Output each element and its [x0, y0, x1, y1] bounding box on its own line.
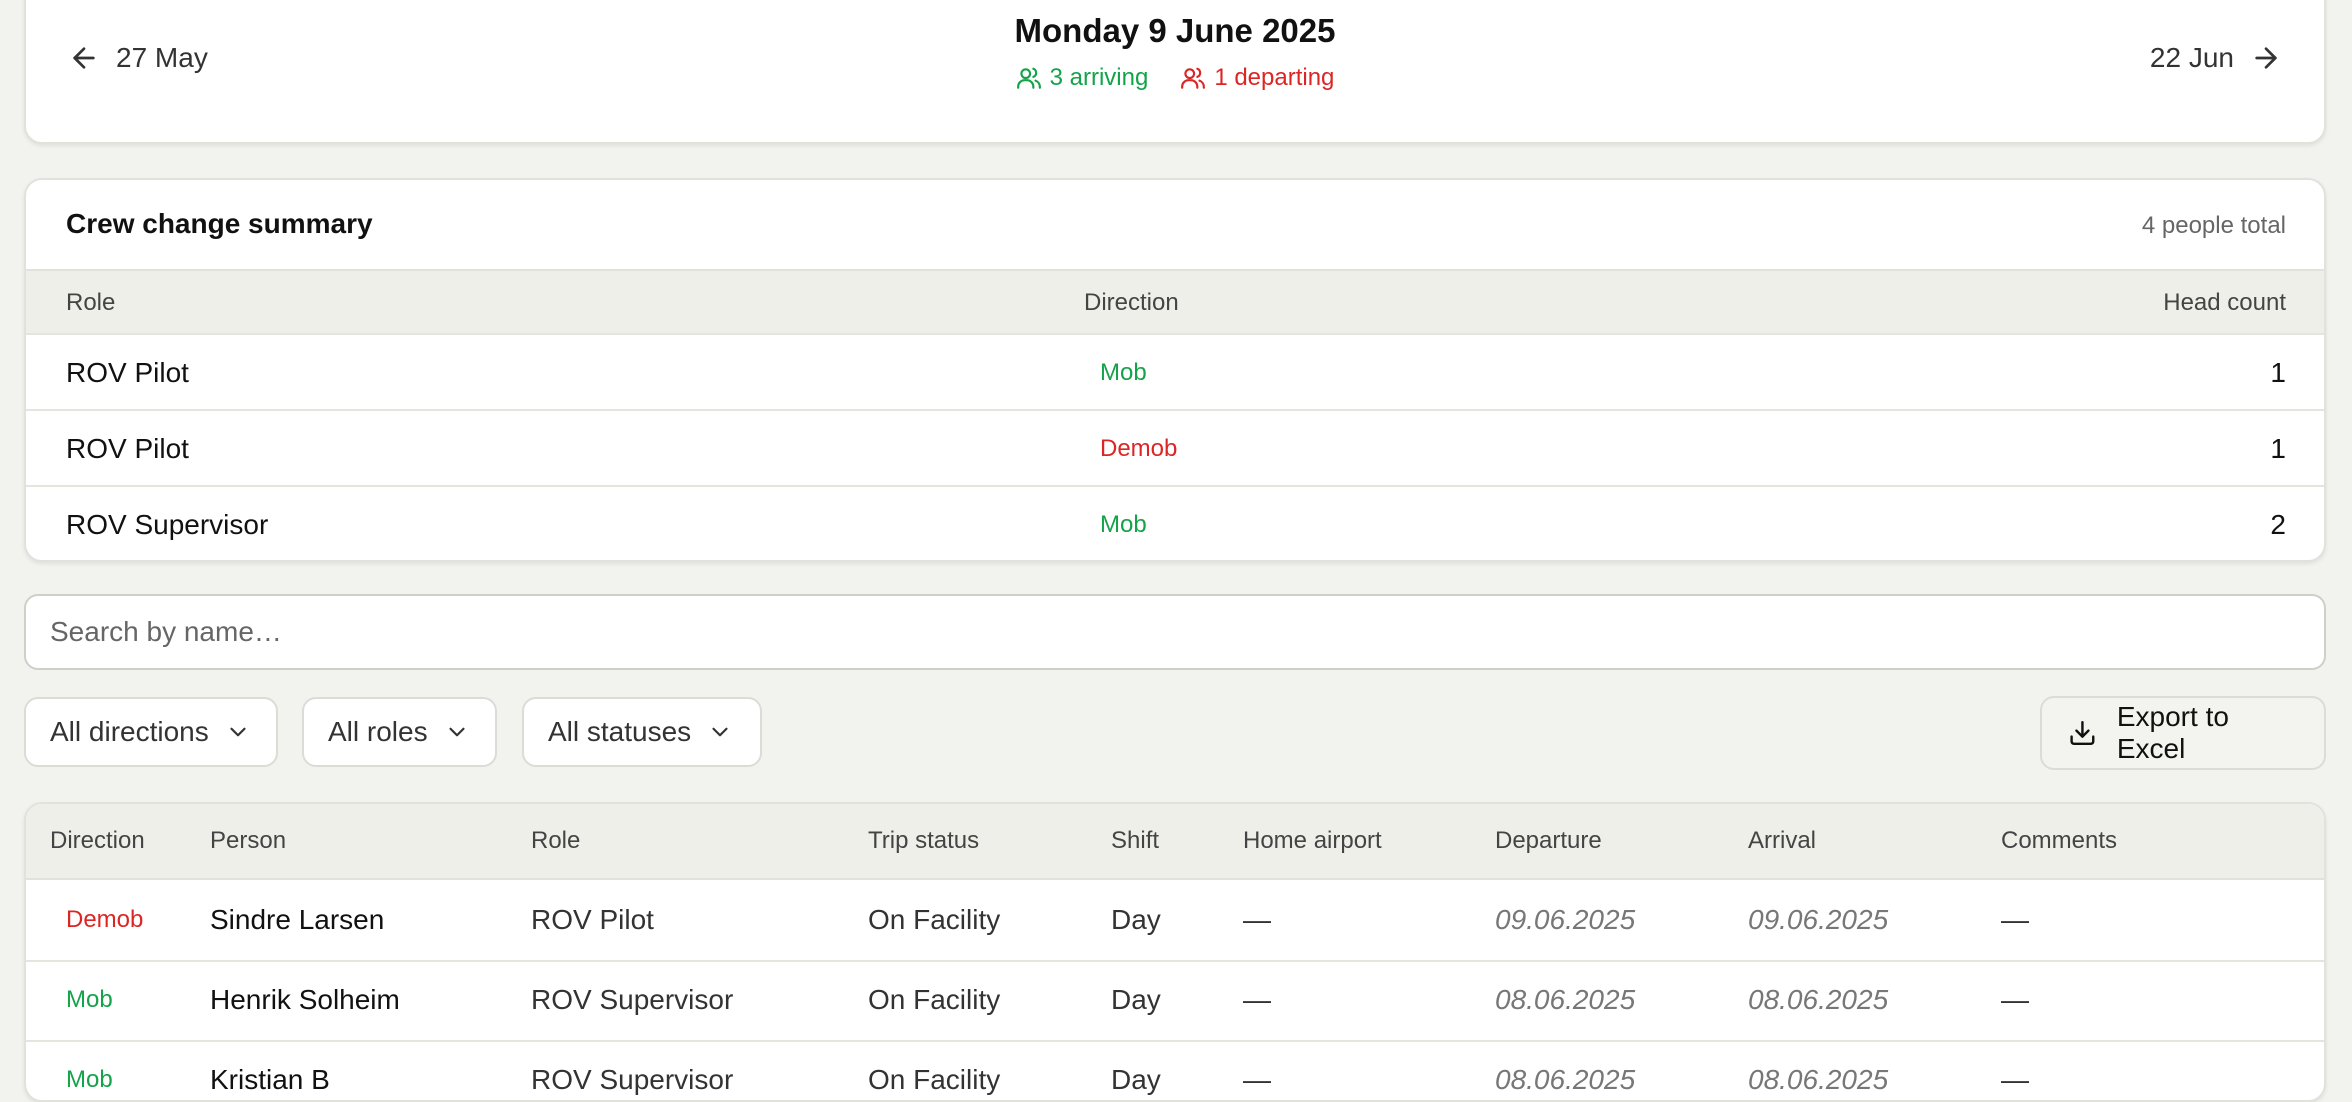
- chevron-down-icon: [712, 727, 728, 737]
- departure-date: 08.06.2025: [1495, 1064, 1636, 1095]
- person-name: Kristian B: [210, 1064, 330, 1095]
- person-name: Henrik Solheim: [210, 984, 400, 1015]
- summary-title: Crew change summary: [66, 208, 373, 239]
- home-airport: —: [1243, 904, 1271, 935]
- crew-change-summary-card: Crew change summary 4 people total Role …: [24, 178, 2326, 562]
- summary-role: ROV Pilot: [66, 357, 189, 388]
- comments: —: [2001, 984, 2029, 1015]
- shift: Day: [1111, 1064, 1161, 1095]
- table-row[interactable]: Demob Sindre Larsen ROV Pilot On Facilit…: [26, 880, 2324, 962]
- export-to-excel-button[interactable]: Export to Excel: [2040, 696, 2326, 770]
- people-table-header: Direction Person Role Trip status Shift …: [26, 804, 2324, 880]
- header-head-count: Head count: [2163, 289, 2286, 316]
- header-arrival[interactable]: Arrival: [1748, 827, 1816, 855]
- header-departure[interactable]: Departure: [1495, 827, 1602, 855]
- direction-badge: Mob: [66, 986, 113, 1013]
- summary-total: 4 people total: [2141, 212, 2286, 239]
- shift: Day: [1111, 904, 1161, 935]
- users-icon: [1016, 67, 1041, 89]
- direction-badge: Demob: [1100, 435, 1178, 462]
- departing-stat: 1 departing: [1180, 64, 1334, 92]
- header-role: Role: [66, 289, 116, 316]
- table-row[interactable]: Mob Henrik Solheim ROV Supervisor On Fac…: [26, 960, 2324, 1042]
- comments: —: [2001, 904, 2029, 935]
- header-direction[interactable]: Direction: [50, 827, 145, 855]
- departure-date: 09.06.2025: [1495, 904, 1636, 935]
- date-stats: 3 arriving 1 departing: [26, 64, 2324, 92]
- trip-status: On Facility: [868, 984, 1001, 1015]
- header-role[interactable]: Role: [531, 827, 580, 855]
- export-label: Export to Excel: [2116, 701, 2229, 764]
- download-icon: [2070, 720, 2095, 746]
- summary-role: ROV Pilot: [66, 433, 189, 464]
- summary-count: 1: [2270, 357, 2286, 388]
- status-filter-dropdown[interactable]: All statuses: [522, 697, 762, 767]
- table-row[interactable]: Mob Kristian B ROV Supervisor On Facilit…: [26, 1040, 2324, 1100]
- header-direction: Direction: [1084, 289, 1179, 316]
- summary-row: ROV Pilot Demob 1: [26, 409, 2324, 487]
- direction-badge: Mob: [1100, 359, 1147, 386]
- role-filter-dropdown[interactable]: All roles: [302, 697, 497, 767]
- next-date-button[interactable]: 22 Jun: [2150, 32, 2282, 84]
- arrival-date: 09.06.2025: [1748, 904, 1889, 935]
- trip-status: On Facility: [868, 904, 1001, 935]
- status-filter-label: All statuses: [548, 716, 692, 747]
- people-table: Direction Person Role Trip status Shift …: [24, 802, 2326, 1102]
- departure-date: 08.06.2025: [1495, 984, 1636, 1015]
- date-header-card: 27 May Monday 9 June 2025 3 arriving 1 d…: [24, 0, 2326, 144]
- person-role: ROV Supervisor: [531, 984, 734, 1015]
- summary-row: ROV Pilot Mob 1: [26, 333, 2324, 411]
- person-name: Sindre Larsen: [210, 904, 385, 935]
- header-person[interactable]: Person: [210, 827, 286, 855]
- summary-count: 2: [2270, 509, 2286, 540]
- direction-filter-label: All directions: [50, 716, 209, 747]
- summary-count: 1: [2270, 433, 2286, 464]
- chevron-down-icon: [449, 727, 465, 737]
- direction-badge: Mob: [1100, 511, 1147, 538]
- departing-count: 1 departing: [1214, 64, 1335, 91]
- next-date-label: 22 Jun: [2149, 42, 2234, 73]
- direction-filter-dropdown[interactable]: All directions: [24, 697, 278, 767]
- arrival-date: 08.06.2025: [1748, 1064, 1889, 1095]
- trip-status: On Facility: [868, 1064, 1001, 1095]
- header-home-airport[interactable]: Home airport: [1243, 827, 1382, 855]
- arrow-right-icon: [2255, 47, 2277, 69]
- summary-row: ROV Supervisor Mob 2: [26, 485, 2324, 560]
- shift: Day: [1111, 984, 1161, 1015]
- summary-role: ROV Supervisor: [66, 509, 269, 540]
- arriving-count: 3 arriving: [1049, 64, 1149, 91]
- current-date-title: Monday 9 June 2025: [1014, 12, 1336, 49]
- chevron-down-icon: [230, 727, 246, 737]
- home-airport: —: [1243, 984, 1271, 1015]
- users-icon: [1181, 67, 1206, 89]
- comments: —: [2001, 1064, 2029, 1095]
- header-shift[interactable]: Shift: [1111, 827, 1159, 855]
- arriving-stat: 3 arriving: [1016, 64, 1149, 92]
- search-input[interactable]: [24, 594, 2326, 670]
- summary-table-header: Role Direction Head count: [26, 269, 2324, 335]
- direction-badge: Demob: [66, 906, 144, 933]
- direction-badge: Mob: [66, 1066, 113, 1093]
- header-trip-status[interactable]: Trip status: [868, 827, 979, 855]
- person-role: ROV Supervisor: [531, 1064, 734, 1095]
- home-airport: —: [1243, 1064, 1271, 1095]
- arrival-date: 08.06.2025: [1748, 984, 1889, 1015]
- role-filter-label: All roles: [328, 716, 428, 747]
- person-role: ROV Pilot: [531, 904, 654, 935]
- header-comments[interactable]: Comments: [2001, 827, 2117, 855]
